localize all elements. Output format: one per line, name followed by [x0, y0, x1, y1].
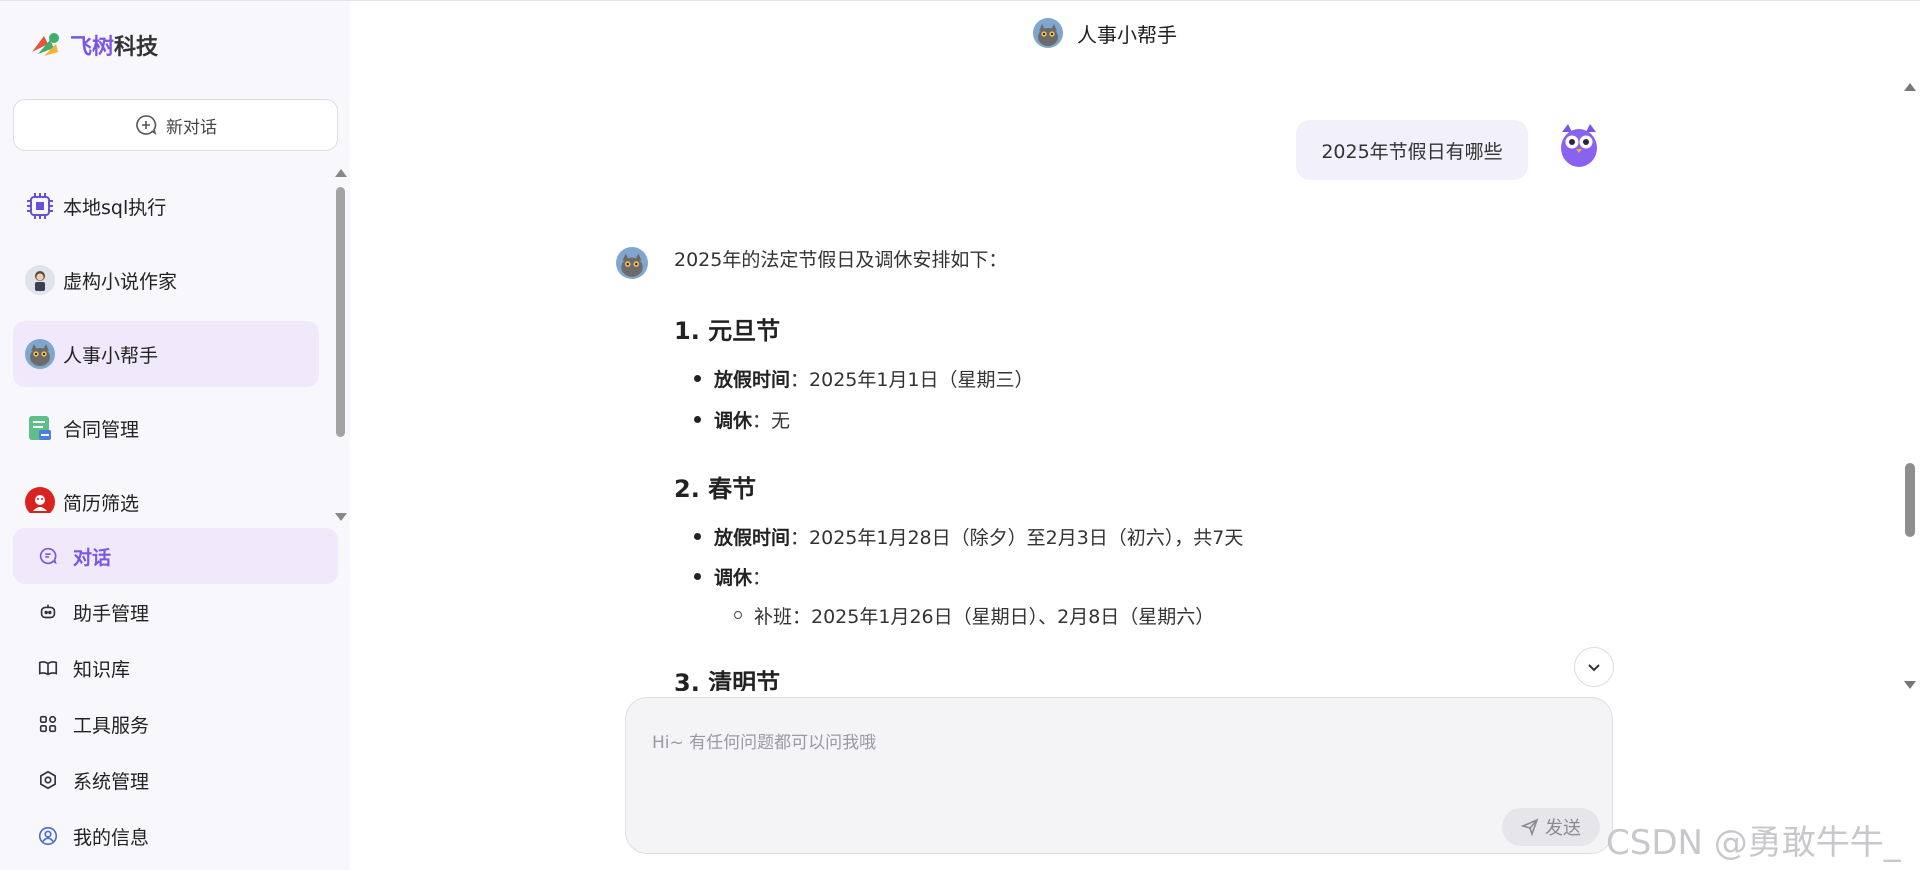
chat-scroll-up[interactable]	[1904, 83, 1916, 91]
nav-label: 知识库	[73, 658, 131, 681]
section-title: 3. 清明节	[674, 669, 781, 691]
new-chat-icon	[136, 115, 157, 135]
brand: 飞树科技	[28, 29, 158, 61]
nav-system-management[interactable]: 系统管理	[13, 752, 338, 808]
contract-icon	[25, 413, 55, 443]
resume-icon	[25, 487, 55, 513]
brand-logo-icon	[32, 33, 59, 56]
assistant-scrollbar-thumb[interactable]	[336, 187, 345, 437]
send-button[interactable]: 发送	[1502, 808, 1600, 846]
scroll-to-bottom-button[interactable]	[1574, 647, 1614, 687]
sidebar: 飞树科技 新对话 本地sql执行 虚构小说作家 人事小帮手 合同管理 简历筛选 …	[0, 1, 350, 870]
assistant-item-hr[interactable]: 人事小帮手	[13, 321, 319, 387]
list-item: 放假时间 ：2025年1月28日（除夕）至2月3日（初六），共7天	[694, 523, 1243, 550]
assistant-scroll-down[interactable]	[335, 513, 347, 521]
assistant-item-contract[interactable]: 合同管理	[13, 395, 319, 461]
chip-icon	[25, 191, 55, 221]
assistant-label: 人事小帮手	[63, 344, 159, 367]
nav-knowledge-base[interactable]: 知识库	[13, 640, 338, 696]
list-item: 调休 ：无	[694, 406, 790, 433]
list-item: 放假时间 ：2025年1月1日（星期三）	[694, 365, 1034, 392]
assistant-label: 虚构小说作家	[63, 270, 178, 293]
book-icon	[38, 661, 58, 676]
chat-scrollbar-thumb[interactable]	[1905, 463, 1915, 537]
send-icon	[1521, 818, 1539, 836]
assistant-item-sql[interactable]: 本地sql执行	[13, 173, 319, 239]
message-composer: 发送	[625, 697, 1613, 854]
bot-avatar	[616, 247, 648, 279]
list-item: 调休：	[694, 563, 771, 590]
bot-icon	[40, 604, 56, 619]
assistant-item-resume[interactable]: 简历筛选	[13, 469, 319, 513]
owl-cat-avatar	[25, 339, 55, 369]
nav-assistant-management[interactable]: 助手管理	[13, 584, 338, 640]
assistant-list: 本地sql执行 虚构小说作家 人事小帮手 合同管理 简历筛选	[13, 173, 323, 513]
nav-label: 对话	[73, 546, 112, 569]
nav-chat[interactable]: 对话	[13, 528, 338, 584]
user-message: 2025年节假日有哪些	[1296, 120, 1528, 180]
assistant-scroll-up[interactable]	[335, 169, 347, 177]
header-avatar	[1033, 18, 1063, 48]
assistant-label: 合同管理	[63, 418, 140, 441]
user-icon	[38, 826, 58, 846]
watermark: CSDN @勇敢牛牛_	[1606, 823, 1901, 863]
nav-label: 助手管理	[73, 602, 150, 625]
chat-scroll-down[interactable]	[1904, 681, 1916, 689]
section-title: 1. 元旦节	[674, 317, 781, 345]
section-title: 2. 春节	[674, 475, 757, 503]
nav-label: 我的信息	[73, 826, 150, 849]
apps-icon	[39, 715, 57, 733]
chat-header: 人事小帮手	[350, 1, 1860, 65]
assistant-item-novelist[interactable]: 虚构小说作家	[13, 247, 319, 313]
user-message-text: 2025年节假日有哪些	[1321, 140, 1503, 163]
writer-avatar	[25, 265, 55, 295]
message-input[interactable]	[652, 728, 1552, 788]
nav-label: 系统管理	[73, 770, 150, 793]
assistant-answer: 2025年的法定节假日及调休安排如下： 1. 元旦节 放假时间 ：2025年1月1…	[674, 245, 1574, 691]
assistant-label: 本地sql执行	[63, 196, 167, 219]
owl-avatar	[1561, 124, 1597, 167]
page-title: 人事小帮手	[1077, 22, 1177, 47]
send-label: 发送	[1545, 818, 1581, 839]
chat-icon	[39, 547, 57, 565]
hexagon-settings-icon	[40, 770, 56, 790]
answer-intro: 2025年的法定节假日及调休安排如下：	[674, 249, 1008, 271]
chevron-down-icon	[1588, 664, 1600, 672]
assistant-label: 简历筛选	[63, 492, 140, 514]
nav-my-info[interactable]: 我的信息	[13, 808, 338, 864]
nav-label: 工具服务	[73, 714, 150, 737]
sub-list-item: 补班：2025年1月26日（星期日）、2月8日（星期六）	[734, 602, 1214, 629]
new-chat-label: 新对话	[166, 117, 217, 138]
brand-name: 飞树科技	[70, 35, 159, 60]
nav-tool-services[interactable]: 工具服务	[13, 696, 338, 752]
new-chat-button[interactable]: 新对话	[13, 99, 338, 151]
